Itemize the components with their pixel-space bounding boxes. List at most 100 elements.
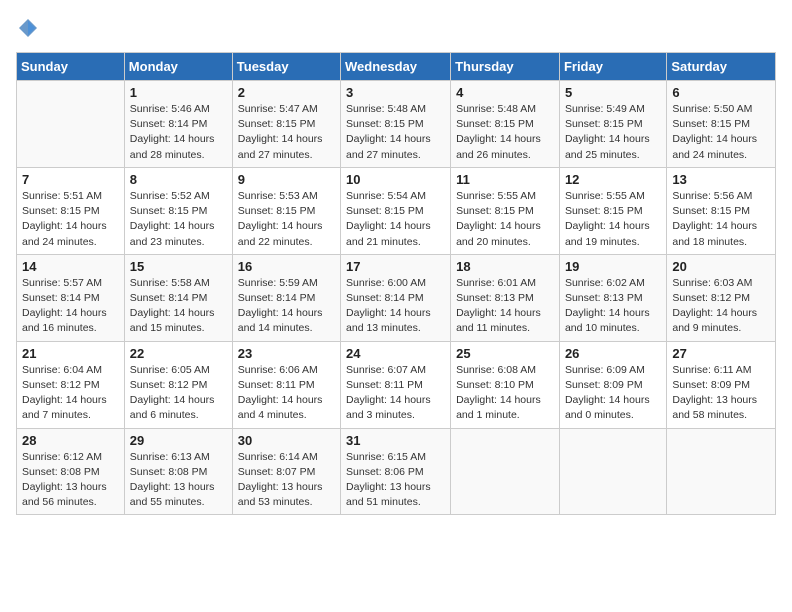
day-number: 1: [130, 85, 227, 100]
day-info: Sunrise: 6:15 AM Sunset: 8:06 PM Dayligh…: [346, 450, 445, 511]
day-info: Sunrise: 6:04 AM Sunset: 8:12 PM Dayligh…: [22, 363, 119, 424]
day-cell: 4 Sunrise: 5:48 AM Sunset: 8:15 PM Daylig…: [451, 81, 560, 168]
day-info: Sunrise: 6:03 AM Sunset: 8:12 PM Dayligh…: [672, 276, 770, 337]
day-number: 13: [672, 172, 770, 187]
day-cell: 15 Sunrise: 5:58 AM Sunset: 8:14 PM Dayli…: [124, 254, 232, 341]
day-cell: 1 Sunrise: 5:46 AM Sunset: 8:14 PM Daylig…: [124, 81, 232, 168]
day-number: 29: [130, 433, 227, 448]
day-cell: 30 Sunrise: 6:14 AM Sunset: 8:07 PM Dayli…: [232, 428, 340, 515]
day-cell: [667, 428, 776, 515]
day-info: Sunrise: 5:55 AM Sunset: 8:15 PM Dayligh…: [456, 189, 554, 250]
day-info: Sunrise: 5:58 AM Sunset: 8:14 PM Dayligh…: [130, 276, 227, 337]
header-thursday: Thursday: [451, 53, 560, 81]
day-cell: 18 Sunrise: 6:01 AM Sunset: 8:13 PM Dayli…: [451, 254, 560, 341]
day-number: 31: [346, 433, 445, 448]
logo: [16, 16, 44, 40]
day-info: Sunrise: 5:51 AM Sunset: 8:15 PM Dayligh…: [22, 189, 119, 250]
day-number: 16: [238, 259, 335, 274]
day-number: 4: [456, 85, 554, 100]
week-row-5: 28Sunrise: 6:12 AM Sunset: 8:08 PM Dayli…: [17, 428, 776, 515]
week-row-1: 1 Sunrise: 5:46 AM Sunset: 8:14 PM Daylig…: [17, 81, 776, 168]
day-info: Sunrise: 6:01 AM Sunset: 8:13 PM Dayligh…: [456, 276, 554, 337]
day-cell: 12 Sunrise: 5:55 AM Sunset: 8:15 PM Dayli…: [559, 167, 666, 254]
day-cell: [17, 81, 125, 168]
day-info: Sunrise: 5:50 AM Sunset: 8:15 PM Dayligh…: [672, 102, 770, 163]
day-cell: 10 Sunrise: 5:54 AM Sunset: 8:15 PM Dayli…: [341, 167, 451, 254]
day-number: 27: [672, 346, 770, 361]
day-info: Sunrise: 5:49 AM Sunset: 8:15 PM Dayligh…: [565, 102, 661, 163]
day-cell: [451, 428, 560, 515]
day-cell: 25 Sunrise: 6:08 AM Sunset: 8:10 PM Dayli…: [451, 341, 560, 428]
day-cell: 31 Sunrise: 6:15 AM Sunset: 8:06 PM Dayli…: [341, 428, 451, 515]
day-info: Sunrise: 6:00 AM Sunset: 8:14 PM Dayligh…: [346, 276, 445, 337]
day-number: 5: [565, 85, 661, 100]
day-number: 17: [346, 259, 445, 274]
calendar-table: SundayMondayTuesdayWednesdayThursdayFrid…: [16, 52, 776, 515]
day-info: Sunrise: 6:12 AM Sunset: 8:08 PM Dayligh…: [22, 450, 119, 511]
day-cell: 6Sunrise: 5:50 AM Sunset: 8:15 PM Daylig…: [667, 81, 776, 168]
day-cell: 5 Sunrise: 5:49 AM Sunset: 8:15 PM Daylig…: [559, 81, 666, 168]
day-cell: 23 Sunrise: 6:06 AM Sunset: 8:11 PM Dayli…: [232, 341, 340, 428]
day-cell: 29Sunrise: 6:13 AM Sunset: 8:08 PM Dayli…: [124, 428, 232, 515]
day-number: 22: [130, 346, 227, 361]
day-number: 19: [565, 259, 661, 274]
day-number: 7: [22, 172, 119, 187]
day-info: Sunrise: 6:11 AM Sunset: 8:09 PM Dayligh…: [672, 363, 770, 424]
day-number: 11: [456, 172, 554, 187]
day-number: 25: [456, 346, 554, 361]
page-header: [16, 16, 776, 40]
day-number: 15: [130, 259, 227, 274]
day-number: 20: [672, 259, 770, 274]
day-info: Sunrise: 5:57 AM Sunset: 8:14 PM Dayligh…: [22, 276, 119, 337]
day-cell: 20 Sunrise: 6:03 AM Sunset: 8:12 PM Dayli…: [667, 254, 776, 341]
day-cell: 22Sunrise: 6:05 AM Sunset: 8:12 PM Dayli…: [124, 341, 232, 428]
header-sunday: Sunday: [17, 53, 125, 81]
day-number: 26: [565, 346, 661, 361]
day-cell: 7 Sunrise: 5:51 AM Sunset: 8:15 PM Daylig…: [17, 167, 125, 254]
day-cell: 19Sunrise: 6:02 AM Sunset: 8:13 PM Dayli…: [559, 254, 666, 341]
day-info: Sunrise: 5:56 AM Sunset: 8:15 PM Dayligh…: [672, 189, 770, 250]
header-saturday: Saturday: [667, 53, 776, 81]
day-info: Sunrise: 5:53 AM Sunset: 8:15 PM Dayligh…: [238, 189, 335, 250]
day-number: 8: [130, 172, 227, 187]
day-cell: 3Sunrise: 5:48 AM Sunset: 8:15 PM Daylig…: [341, 81, 451, 168]
day-cell: 11 Sunrise: 5:55 AM Sunset: 8:15 PM Dayli…: [451, 167, 560, 254]
day-info: Sunrise: 6:08 AM Sunset: 8:10 PM Dayligh…: [456, 363, 554, 424]
day-cell: 21 Sunrise: 6:04 AM Sunset: 8:12 PM Dayli…: [17, 341, 125, 428]
day-info: Sunrise: 5:46 AM Sunset: 8:14 PM Dayligh…: [130, 102, 227, 163]
day-number: 12: [565, 172, 661, 187]
day-info: Sunrise: 6:14 AM Sunset: 8:07 PM Dayligh…: [238, 450, 335, 511]
header-monday: Monday: [124, 53, 232, 81]
day-cell: 24 Sunrise: 6:07 AM Sunset: 8:11 PM Dayli…: [341, 341, 451, 428]
day-info: Sunrise: 6:06 AM Sunset: 8:11 PM Dayligh…: [238, 363, 335, 424]
day-number: 18: [456, 259, 554, 274]
logo-icon: [16, 16, 40, 40]
header-wednesday: Wednesday: [341, 53, 451, 81]
day-cell: 27 Sunrise: 6:11 AM Sunset: 8:09 PM Dayli…: [667, 341, 776, 428]
week-row-2: 7 Sunrise: 5:51 AM Sunset: 8:15 PM Daylig…: [17, 167, 776, 254]
day-cell: 13 Sunrise: 5:56 AM Sunset: 8:15 PM Dayli…: [667, 167, 776, 254]
day-info: Sunrise: 5:54 AM Sunset: 8:15 PM Dayligh…: [346, 189, 445, 250]
day-cell: 16Sunrise: 5:59 AM Sunset: 8:14 PM Dayli…: [232, 254, 340, 341]
day-cell: 8 Sunrise: 5:52 AM Sunset: 8:15 PM Daylig…: [124, 167, 232, 254]
day-number: 23: [238, 346, 335, 361]
day-cell: 2Sunrise: 5:47 AM Sunset: 8:15 PM Daylig…: [232, 81, 340, 168]
day-info: Sunrise: 5:48 AM Sunset: 8:15 PM Dayligh…: [456, 102, 554, 163]
header-friday: Friday: [559, 53, 666, 81]
header-tuesday: Tuesday: [232, 53, 340, 81]
day-cell: 17 Sunrise: 6:00 AM Sunset: 8:14 PM Dayli…: [341, 254, 451, 341]
day-info: Sunrise: 5:55 AM Sunset: 8:15 PM Dayligh…: [565, 189, 661, 250]
day-info: Sunrise: 5:52 AM Sunset: 8:15 PM Dayligh…: [130, 189, 227, 250]
day-info: Sunrise: 6:07 AM Sunset: 8:11 PM Dayligh…: [346, 363, 445, 424]
day-cell: [559, 428, 666, 515]
day-number: 24: [346, 346, 445, 361]
day-info: Sunrise: 5:48 AM Sunset: 8:15 PM Dayligh…: [346, 102, 445, 163]
day-cell: 26Sunrise: 6:09 AM Sunset: 8:09 PM Dayli…: [559, 341, 666, 428]
day-cell: 14 Sunrise: 5:57 AM Sunset: 8:14 PM Dayli…: [17, 254, 125, 341]
calendar-header-row: SundayMondayTuesdayWednesdayThursdayFrid…: [17, 53, 776, 81]
day-number: 21: [22, 346, 119, 361]
day-number: 10: [346, 172, 445, 187]
day-number: 14: [22, 259, 119, 274]
day-number: 30: [238, 433, 335, 448]
day-number: 9: [238, 172, 335, 187]
